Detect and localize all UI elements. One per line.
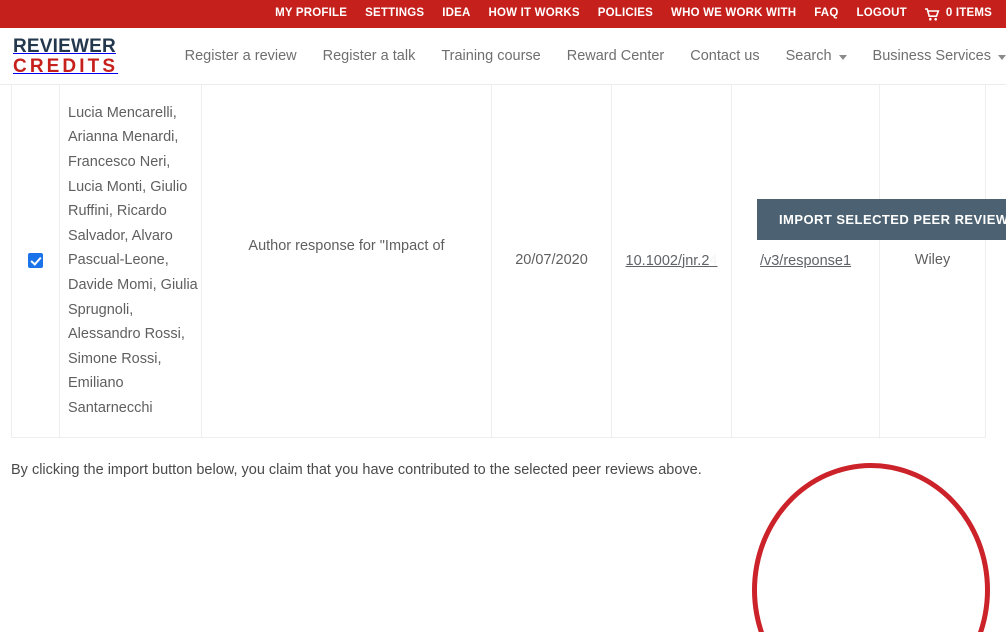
review-title: Author response for "Impact of ,: [202, 234, 491, 277]
review-title-faint-line: ,: [202, 259, 491, 277]
topbar-link-logout[interactable]: LOGOUT: [856, 8, 906, 20]
nav-item-search[interactable]: Search: [786, 48, 847, 64]
shopping-cart-icon: [925, 8, 940, 21]
nav-item-contact-us[interactable]: Contact us: [690, 48, 759, 64]
topbar-link-my-profile[interactable]: MY PROFILE: [275, 8, 347, 20]
peer-reviews-table: Lucia Mencarelli, Arianna Menardi, Franc…: [11, 85, 986, 438]
nav-item-reward-center[interactable]: Reward Center: [567, 48, 665, 64]
import-selected-peer-reviews-button[interactable]: IMPORT SELECTED PEER REVIEWS: [757, 199, 1006, 240]
response-link-cell: /v3/response1: [732, 85, 880, 437]
topbar-link-faq[interactable]: FAQ: [814, 8, 838, 20]
title-cell: Author response for "Impact of ,: [202, 85, 492, 437]
doi-tail-text: 4: [709, 253, 717, 269]
row-select-cell: [12, 85, 60, 437]
logo-line-reviewer: REVIEWER: [13, 37, 121, 56]
nav-label: Training course: [441, 48, 540, 64]
review-date: 20/07/2020: [492, 248, 611, 273]
topbar-link-idea[interactable]: IDEA: [442, 8, 470, 20]
topbar-link-policies[interactable]: POLICIES: [598, 8, 653, 20]
topbar-link-how-it-works[interactable]: HOW IT WORKS: [489, 8, 580, 20]
nav-label: Business Services: [873, 48, 991, 64]
authors-cell: Lucia Mencarelli, Arianna Menardi, Franc…: [60, 85, 202, 437]
topbar-links: MY PROFILE SETTINGS IDEA HOW IT WORKS PO…: [275, 8, 992, 21]
nav-label: Contact us: [690, 48, 759, 64]
primary-nav-items: Register a review Register a talk Traini…: [185, 48, 1006, 64]
doi-cell: 10.1002/jnr.24: [612, 85, 732, 437]
response-link[interactable]: /v3/response1: [760, 253, 851, 269]
nav-item-register-a-talk[interactable]: Register a talk: [323, 48, 416, 64]
annotation-highlight-circle: [752, 463, 990, 632]
table-row: Lucia Mencarelli, Arianna Menardi, Franc…: [12, 85, 986, 437]
site-logo[interactable]: REVIEWER CREDITS: [13, 37, 121, 76]
nav-label: Register a review: [185, 48, 297, 64]
authors-text: Lucia Mencarelli, Arianna Menardi, Franc…: [60, 101, 201, 421]
publisher-name: Wiley: [880, 248, 985, 273]
nav-item-training-course[interactable]: Training course: [441, 48, 540, 64]
top-utility-bar: MY PROFILE SETTINGS IDEA HOW IT WORKS PO…: [0, 0, 1006, 28]
topbar-link-who-we-work-with[interactable]: WHO WE WORK WITH: [671, 8, 796, 20]
publisher-cell: Wiley: [880, 85, 986, 437]
chevron-down-icon: [998, 55, 1006, 60]
nav-label: Search: [786, 48, 832, 64]
cart-items-count: 0 ITEMS: [946, 8, 992, 20]
import-button-container: IMPORT SELECTED PEER REVIEWS: [757, 199, 1006, 240]
row-select-checkbox[interactable]: [28, 253, 43, 268]
nav-item-register-a-review[interactable]: Register a review: [185, 48, 297, 64]
chevron-down-icon: [839, 55, 847, 60]
topbar-link-settings[interactable]: SETTINGS: [365, 8, 424, 20]
logo-line-credits: CREDITS: [13, 57, 121, 76]
nav-label: Register a talk: [323, 48, 416, 64]
page-content: Lucia Mencarelli, Arianna Menardi, Franc…: [0, 85, 1006, 480]
import-disclaimer: By clicking the import button below, you…: [11, 460, 1006, 480]
cart-link[interactable]: 0 ITEMS: [925, 8, 992, 21]
main-navigation-bar: REVIEWER CREDITS Register a review Regis…: [0, 28, 1006, 85]
nav-label: Reward Center: [567, 48, 665, 64]
doi-text: 10.1002/jnr.2: [626, 253, 710, 269]
doi-link[interactable]: 10.1002/jnr.24: [626, 253, 718, 269]
nav-item-business-services[interactable]: Business Services: [873, 48, 1006, 64]
review-title-text: Author response for "Impact of: [248, 238, 444, 254]
date-cell: 20/07/2020: [492, 85, 612, 437]
